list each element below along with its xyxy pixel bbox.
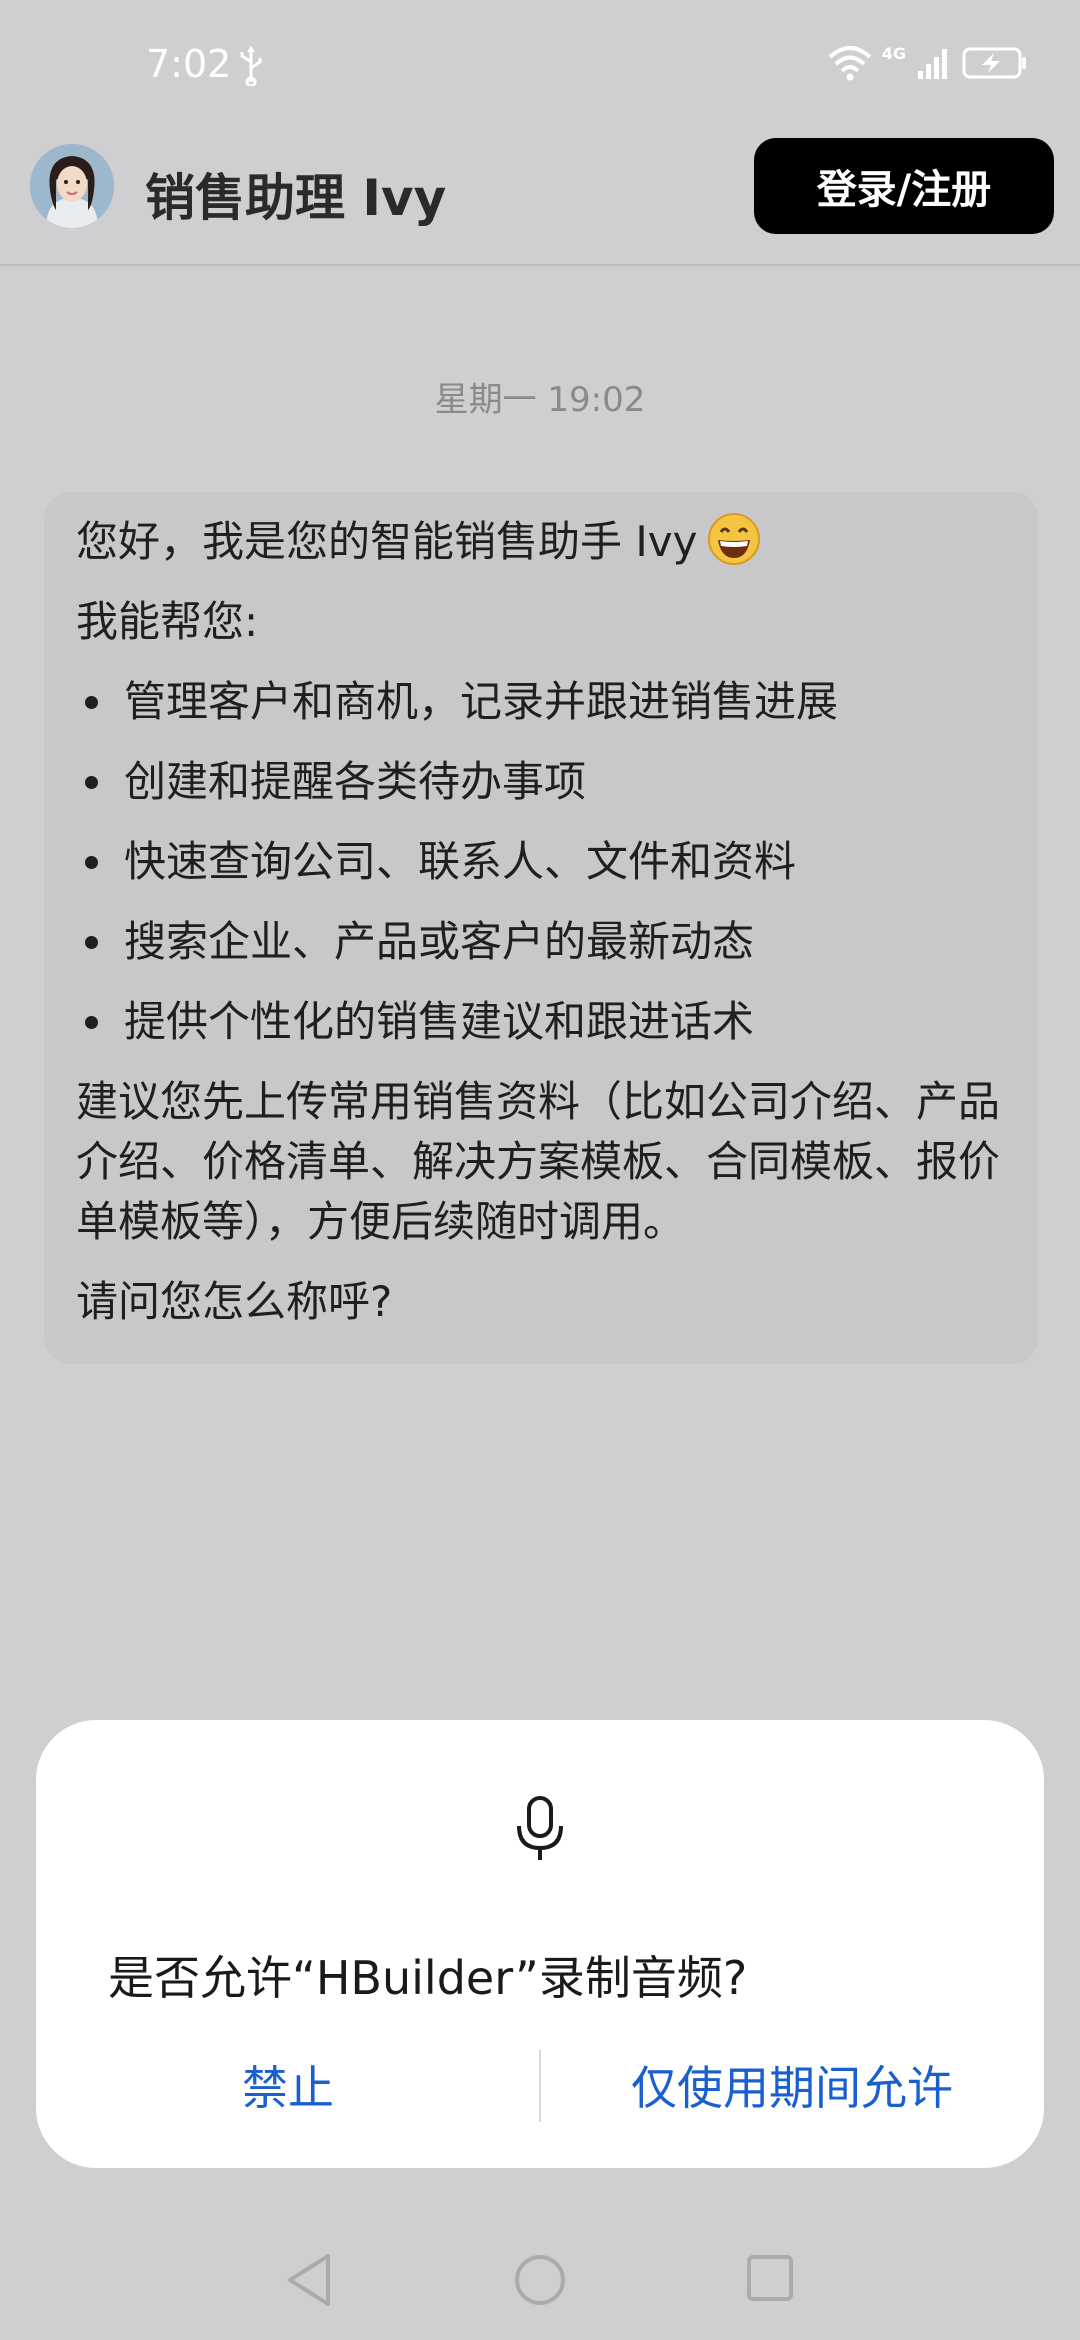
message-timestamp: 星期一 19:02 <box>434 380 646 420</box>
status-time: 7:02 <box>146 42 232 86</box>
wifi-icon <box>828 45 872 80</box>
battery-icon <box>962 47 1026 78</box>
nav-recents-icon[interactable] <box>745 2253 795 2303</box>
list-item: 搜索企业、产品或客户的最新动态 <box>118 912 1006 972</box>
capability-list: 管理客户和商机，记录并跟进销售进展 创建和提醒各类待办事项 快速查询公司、联系人… <box>76 672 1006 1052</box>
avatar-portrait <box>30 144 114 228</box>
status-icons: 4G <box>828 44 1028 81</box>
network-type-label: 4G <box>881 44 906 63</box>
nav-back-icon[interactable] <box>282 2250 336 2310</box>
grinning-face-emoji <box>708 513 761 565</box>
nav-home-icon[interactable] <box>513 2253 567 2307</box>
question-text: 请问您怎么称呼? <box>76 1277 393 1326</box>
assistant-message-bubble: 您好，我是您的智能销售助手 Ivy 我能帮您: 管理客户和商机，记录并跟进销售进… <box>44 492 1038 1364</box>
login-register-button[interactable]: 登录/注册 <box>754 138 1054 234</box>
app-title: 销售助理 Ivy <box>145 169 447 227</box>
system-navigation-bar <box>0 2230 1080 2340</box>
allow-while-using-button[interactable]: 仅使用期间允许 <box>540 2040 1044 2130</box>
list-item: 创建和提醒各类待办事项 <box>118 752 1006 812</box>
status-bar: 7:02 4G <box>0 0 1080 130</box>
app-header: 销售助理 Ivy 登录/注册 <box>0 130 1080 266</box>
mic-icon <box>517 1796 563 1860</box>
permission-dialog: 是否允许“HBuilder”录制音频? 禁止 仅使用期间允许 <box>36 1720 1044 2168</box>
signal-icon <box>918 48 947 79</box>
usb-icon <box>240 46 262 86</box>
deny-button[interactable]: 禁止 <box>36 2040 540 2130</box>
greeting-line: 您好，我是您的智能销售助手 Ivy <box>76 512 1006 572</box>
dialog-title: 是否允许“HBuilder”录制音频? <box>108 1951 748 2005</box>
avatar[interactable] <box>30 144 114 228</box>
list-item: 管理客户和商机，记录并跟进销售进展 <box>118 672 1006 732</box>
intro-text: 我能帮您: <box>76 597 259 646</box>
list-item: 提供个性化的销售建议和跟进话术 <box>118 992 1006 1052</box>
suggestion-text: 建议您先上传常用销售资料（比如公司介绍、产品介绍、价格清单、解决方案模板、合同模… <box>76 1077 1001 1246</box>
list-item: 快速查询公司、联系人、文件和资料 <box>118 832 1006 892</box>
greeting-text: 您好，我是您的智能销售助手 Ivy <box>76 517 698 566</box>
